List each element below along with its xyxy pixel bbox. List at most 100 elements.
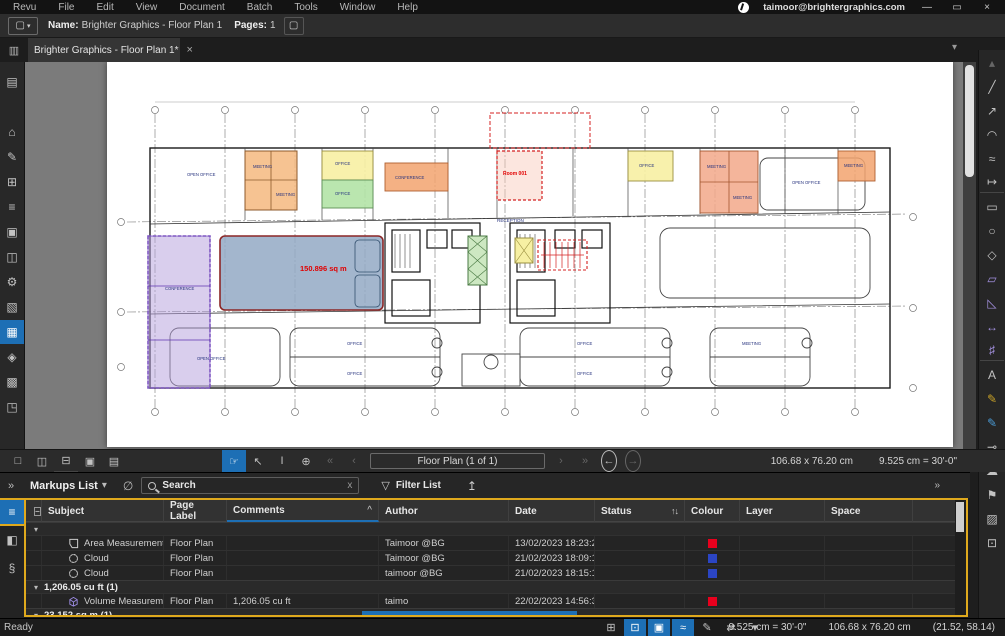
prev-page-icon[interactable]: ‹ bbox=[342, 450, 366, 472]
chevron-down-icon[interactable]: ▾ bbox=[34, 583, 38, 592]
maximize-button[interactable]: ▭ bbox=[949, 2, 965, 13]
colour-swatch[interactable] bbox=[708, 597, 717, 606]
back-view-icon[interactable]: ← bbox=[601, 450, 617, 472]
menu-item[interactable]: File bbox=[58, 2, 74, 13]
textbox-tool-icon[interactable]: A bbox=[980, 364, 1004, 385]
chevron-down-icon[interactable]: ▾ bbox=[34, 611, 38, 618]
single-page-view-icon[interactable]: □ bbox=[6, 450, 30, 472]
snap-to-markups-icon[interactable]: ≈ bbox=[672, 619, 694, 636]
settings-icon[interactable]: ⚙ bbox=[0, 270, 24, 294]
colour-swatch[interactable] bbox=[708, 569, 717, 578]
menu-item[interactable]: Tools bbox=[294, 2, 317, 13]
markups-list-panel-icon[interactable]: ≡ bbox=[0, 500, 24, 524]
polygon-tool-icon[interactable]: ◇ bbox=[980, 244, 1004, 265]
chevron-down-icon[interactable]: ▾ bbox=[102, 480, 107, 491]
select-tool-icon[interactable]: ↖ bbox=[246, 450, 270, 472]
colour-swatch[interactable] bbox=[708, 539, 717, 548]
split-vertical-icon[interactable]: ◫ bbox=[30, 450, 54, 472]
select-all-checkbox[interactable]: − bbox=[26, 500, 42, 522]
table-horizontal-scrollbar[interactable] bbox=[362, 611, 577, 615]
rectangle-tool-icon[interactable]: ▭ bbox=[980, 196, 1004, 217]
polyline-tool-icon[interactable]: ≈ bbox=[980, 148, 1004, 169]
last-page-icon[interactable]: » bbox=[573, 450, 597, 472]
zoom-tool-icon[interactable]: ⊕ bbox=[294, 450, 318, 472]
scrollbar-thumb[interactable] bbox=[956, 502, 964, 532]
group-row[interactable]: ▾ bbox=[26, 522, 966, 535]
column-space[interactable]: Space bbox=[825, 500, 913, 522]
menu-item[interactable]: Window bbox=[340, 2, 376, 13]
properties-icon[interactable]: ≡ bbox=[0, 195, 24, 219]
file-type-dropdown[interactable]: ▢▾ bbox=[8, 17, 38, 35]
stamp-tool-icon[interactable]: ⚑ bbox=[980, 484, 1004, 505]
document-tab[interactable]: Brighter Graphics - Floor Plan 1* × bbox=[28, 38, 180, 62]
page-navigation-field[interactable]: Floor Plan (1 of 1) bbox=[370, 453, 545, 469]
collapse-tools-icon[interactable]: ▴ bbox=[980, 52, 1004, 73]
pan-tool-icon[interactable]: ☞ bbox=[222, 450, 246, 472]
select-text-icon[interactable]: I bbox=[270, 450, 294, 472]
length-measure-icon[interactable]: ↔ bbox=[980, 316, 1004, 337]
filter-sliders-icon[interactable]: ↑↓ bbox=[671, 506, 678, 516]
spaces-icon[interactable]: ▩ bbox=[0, 370, 24, 394]
column-status[interactable]: Status↑↓ bbox=[595, 500, 685, 522]
thumbnails-icon[interactable]: ⊞ bbox=[0, 170, 24, 194]
snapshot-tool-icon[interactable]: ⊡ bbox=[980, 532, 1004, 553]
table-row[interactable]: Cloud Floor Plan taimoor @BG 21/02/2023 … bbox=[26, 565, 966, 580]
tab-overflow-chevron-icon[interactable]: ▾ bbox=[952, 42, 957, 53]
menu-item[interactable]: Document bbox=[179, 2, 225, 13]
stamp-approve-icon[interactable]: ✎ bbox=[0, 145, 24, 169]
split-horizontal-icon[interactable]: ⊟ bbox=[54, 450, 78, 472]
layers-icon[interactable]: ◈ bbox=[0, 345, 24, 369]
close-button[interactable]: × bbox=[979, 2, 995, 13]
chevron-down-icon[interactable]: ▾ bbox=[34, 525, 38, 534]
clear-search-icon[interactable]: x bbox=[347, 480, 352, 491]
ellipse-tool-icon[interactable]: ○ bbox=[980, 220, 1004, 241]
area-measure-icon[interactable]: ▱ bbox=[980, 268, 1004, 289]
table-row[interactable]: Area Measurement Floor Plan Taimoor @BG … bbox=[26, 535, 966, 550]
hide-markups-icon[interactable]: ∅ bbox=[123, 479, 133, 493]
search-input[interactable]: Search x bbox=[141, 477, 359, 494]
menu-item[interactable]: Revu bbox=[13, 2, 36, 13]
file-access-icon[interactable]: ▤ bbox=[0, 70, 24, 94]
markups-list-title[interactable]: Markups List bbox=[30, 480, 98, 492]
filter-list-button[interactable]: ▽ Filter List bbox=[381, 479, 440, 492]
highlighter-tool-icon[interactable]: ✎ bbox=[980, 388, 1004, 409]
links-icon[interactable]: ◳ bbox=[0, 395, 24, 419]
dimension-tool-icon[interactable]: ↦ bbox=[980, 172, 1004, 193]
bookmarks-icon[interactable]: ▣ bbox=[0, 220, 24, 244]
page-layout-icon[interactable]: ◫ bbox=[0, 245, 24, 269]
account-email[interactable]: taimoor@brightergraphics.com bbox=[763, 2, 905, 13]
pen-tool-icon[interactable]: ✎ bbox=[980, 412, 1004, 433]
document-area[interactable]: OPEN OFFICE OPEN OFFICE OPEN OFFICE RECE… bbox=[25, 62, 963, 449]
script-panel-icon[interactable]: § bbox=[0, 556, 24, 580]
minimize-button[interactable]: — bbox=[919, 2, 935, 13]
table-row[interactable]: Volume Measurement Floor Plan 1,206.05 c… bbox=[26, 593, 966, 608]
new-page-button[interactable]: ▢ bbox=[284, 17, 304, 35]
count-measure-icon[interactable]: ♯ bbox=[980, 340, 1004, 361]
import-pages-icon[interactable]: ▣ bbox=[78, 450, 102, 472]
menu-item[interactable]: View bbox=[136, 2, 158, 13]
first-page-icon[interactable]: « bbox=[318, 450, 342, 472]
scrollbar-thumb[interactable] bbox=[965, 65, 974, 177]
collapse-panel-icon[interactable]: » bbox=[0, 480, 22, 492]
next-page-icon[interactable]: › bbox=[549, 450, 573, 472]
forward-view-icon[interactable]: → bbox=[625, 450, 641, 472]
colour-swatch[interactable] bbox=[708, 554, 717, 563]
menu-item[interactable]: Batch bbox=[247, 2, 273, 13]
snap-to-content-icon[interactable]: ▣ bbox=[648, 619, 670, 636]
arc-tool-icon[interactable]: ◠ bbox=[980, 124, 1004, 145]
perimeter-measure-icon[interactable]: ◺ bbox=[980, 292, 1004, 313]
line-tool-icon[interactable]: ╱ bbox=[980, 76, 1004, 97]
group-row[interactable]: ▾ 1,206.05 cu ft (1) bbox=[26, 580, 966, 593]
tool-chest-icon[interactable]: ▦ bbox=[0, 320, 24, 344]
menu-item[interactable]: Help bbox=[397, 2, 418, 13]
image-tool-icon[interactable]: ▨ bbox=[980, 508, 1004, 529]
arrow-tool-icon[interactable]: ↗ bbox=[980, 100, 1004, 121]
panels-icon[interactable]: ▥ bbox=[4, 42, 24, 58]
column-date[interactable]: Date bbox=[509, 500, 595, 522]
search-icon[interactable] bbox=[0, 95, 24, 119]
document-scrollbar[interactable] bbox=[963, 62, 976, 449]
table-row[interactable]: Cloud Floor Plan Taimoor @BG 21/02/2023 … bbox=[26, 550, 966, 565]
flag-icon[interactable]: ⌂ bbox=[0, 120, 24, 144]
status-scale[interactable]: 9.525 cm = 30'-0" bbox=[728, 622, 806, 633]
markup-forms-icon[interactable]: ▧ bbox=[0, 295, 24, 319]
